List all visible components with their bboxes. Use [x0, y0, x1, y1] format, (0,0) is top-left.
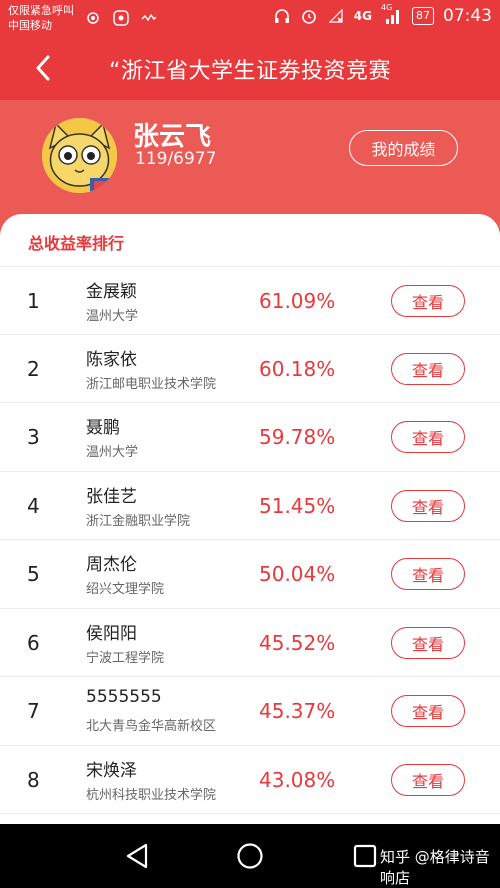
view-button[interactable]: 查看 — [391, 558, 465, 590]
alarm-clock-icon — [300, 7, 318, 25]
student-name: 张佳艺 — [86, 486, 137, 507]
app-notification-icon — [112, 9, 130, 27]
signal-wave-icon — [140, 9, 158, 27]
view-button[interactable]: 查看 — [391, 626, 465, 659]
ranking-card: 总收益率排行 1 金展颖 温州大学 61.09% 查看 2 陈家依 浙江邮电职业… — [0, 214, 500, 824]
ranking-row: 4 张佳艺 浙江金融职业学院 51.45% 查看 — [0, 472, 500, 540]
student-name: 陈家依 — [86, 349, 137, 370]
ranking-row: 1 金展颖 温州大学 61.09% 查看 — [0, 266, 500, 335]
return-rate: 43.08% — [259, 767, 336, 792]
notification-icons — [84, 9, 158, 27]
carrier-text: 中国移动 — [8, 19, 52, 32]
school-name: 北大青鸟金华高新校区 — [86, 719, 217, 734]
triangle-back-icon — [126, 843, 148, 869]
view-button[interactable]: 查看 — [391, 421, 465, 453]
school-name: 宁波工程学院 — [86, 650, 165, 666]
cell-signal-icon: 4G — [381, 3, 403, 25]
ranking-row: 3 聂鹏 温州大学 59.78% 查看 — [0, 403, 500, 472]
rank-number: 4 — [27, 493, 40, 518]
status-carrier-info: 仅限紧急呼叫 中国移动 — [8, 3, 74, 33]
user-name: 张云飞 — [133, 122, 212, 152]
ranking-title: 总收益率排行 — [28, 234, 125, 253]
student-name: 金展颖 — [86, 282, 137, 302]
view-button[interactable]: 查看 — [391, 285, 465, 317]
status-right-icons: 4G 4G 87 07:43 — [273, 3, 492, 26]
return-rate: 45.37% — [259, 699, 336, 723]
rank-number: 2 — [27, 356, 40, 381]
rank-number: 6 — [27, 630, 40, 655]
view-button[interactable]: 查看 — [391, 695, 465, 727]
rank-number: 8 — [27, 767, 40, 792]
student-name: 宋焕泽 — [86, 760, 137, 781]
emergency-call-text: 仅限紧急呼叫 — [8, 4, 74, 17]
school-name: 浙江金融职业学院 — [86, 513, 191, 529]
view-button[interactable]: 查看 — [391, 489, 465, 522]
rank-number: 3 — [27, 425, 40, 449]
my-score-button[interactable]: 我的成绩 — [349, 130, 458, 166]
ranking-row: 6 侯阳阳 宁波工程学院 45.52% 查看 — [0, 609, 500, 677]
ranking-row: 8 宋焕泽 杭州科技职业技术学院 43.08% 查看 — [0, 746, 500, 814]
return-rate: 50.04% — [259, 562, 336, 586]
student-name: 侯阳阳 — [86, 623, 137, 644]
avatar[interactable] — [42, 118, 117, 193]
user-rank: 119/6977 — [135, 149, 217, 169]
view-button[interactable]: 查看 — [391, 352, 465, 385]
school-name: 温州大学 — [86, 445, 139, 460]
cartoon-cat-avatar-icon — [42, 118, 117, 193]
school-name: 温州大学 — [86, 309, 139, 324]
headphones-icon — [273, 7, 291, 25]
return-rate: 60.18% — [259, 356, 336, 381]
network-type-small: 4G — [381, 3, 393, 12]
nav-back-button[interactable] — [124, 842, 150, 874]
school-name: 绍兴文理学院 — [86, 582, 165, 597]
status-bar: 仅限紧急呼叫 中国移动 4G 4G 87 07:43 — [0, 0, 500, 36]
return-rate: 51.45% — [259, 493, 336, 518]
rank-number: 7 — [27, 699, 40, 723]
return-rate: 45.52% — [259, 630, 336, 655]
rank-number: 5 — [27, 562, 40, 586]
no-signal-icon — [327, 7, 345, 25]
return-rate: 61.09% — [259, 289, 336, 313]
watermark-text: 知乎 @格律诗音响店 — [380, 848, 490, 887]
ranking-row: 7 5555555 北大青鸟金华高新校区 45.37% 查看 — [0, 677, 500, 746]
clock-time: 07:43 — [443, 6, 492, 26]
circle-home-icon — [237, 843, 263, 869]
view-button[interactable]: 查看 — [391, 763, 465, 796]
nav-home-button[interactable] — [236, 842, 264, 874]
school-name: 杭州科技职业技术学院 — [86, 787, 217, 803]
sync-icon — [84, 9, 102, 27]
ranking-row: 2 陈家依 浙江邮电职业技术学院 60.18% 查看 — [0, 335, 500, 403]
student-name: 5555555 — [86, 687, 162, 707]
ranking-list: 1 金展颖 温州大学 61.09% 查看 2 陈家依 浙江邮电职业技术学院 60… — [0, 266, 500, 814]
system-nav-bar: 知乎 @格律诗音响店 — [0, 824, 500, 888]
return-rate: 59.78% — [259, 425, 336, 449]
title-bar: “浙江省大学生证券投资竞赛 — [0, 36, 500, 100]
battery-indicator: 87 — [412, 7, 434, 25]
square-recent-icon — [353, 844, 377, 868]
nav-recent-button[interactable] — [353, 844, 377, 872]
school-name: 浙江邮电职业技术学院 — [86, 376, 217, 392]
student-name: 周杰伦 — [86, 555, 137, 575]
student-name: 聂鹏 — [86, 418, 120, 438]
ranking-row: 5 周杰伦 绍兴文理学院 50.04% 查看 — [0, 540, 500, 609]
page-title: “浙江省大学生证券投资竞赛 — [109, 59, 391, 84]
network-type-text: 4G — [353, 9, 372, 23]
rank-number: 1 — [27, 289, 40, 313]
